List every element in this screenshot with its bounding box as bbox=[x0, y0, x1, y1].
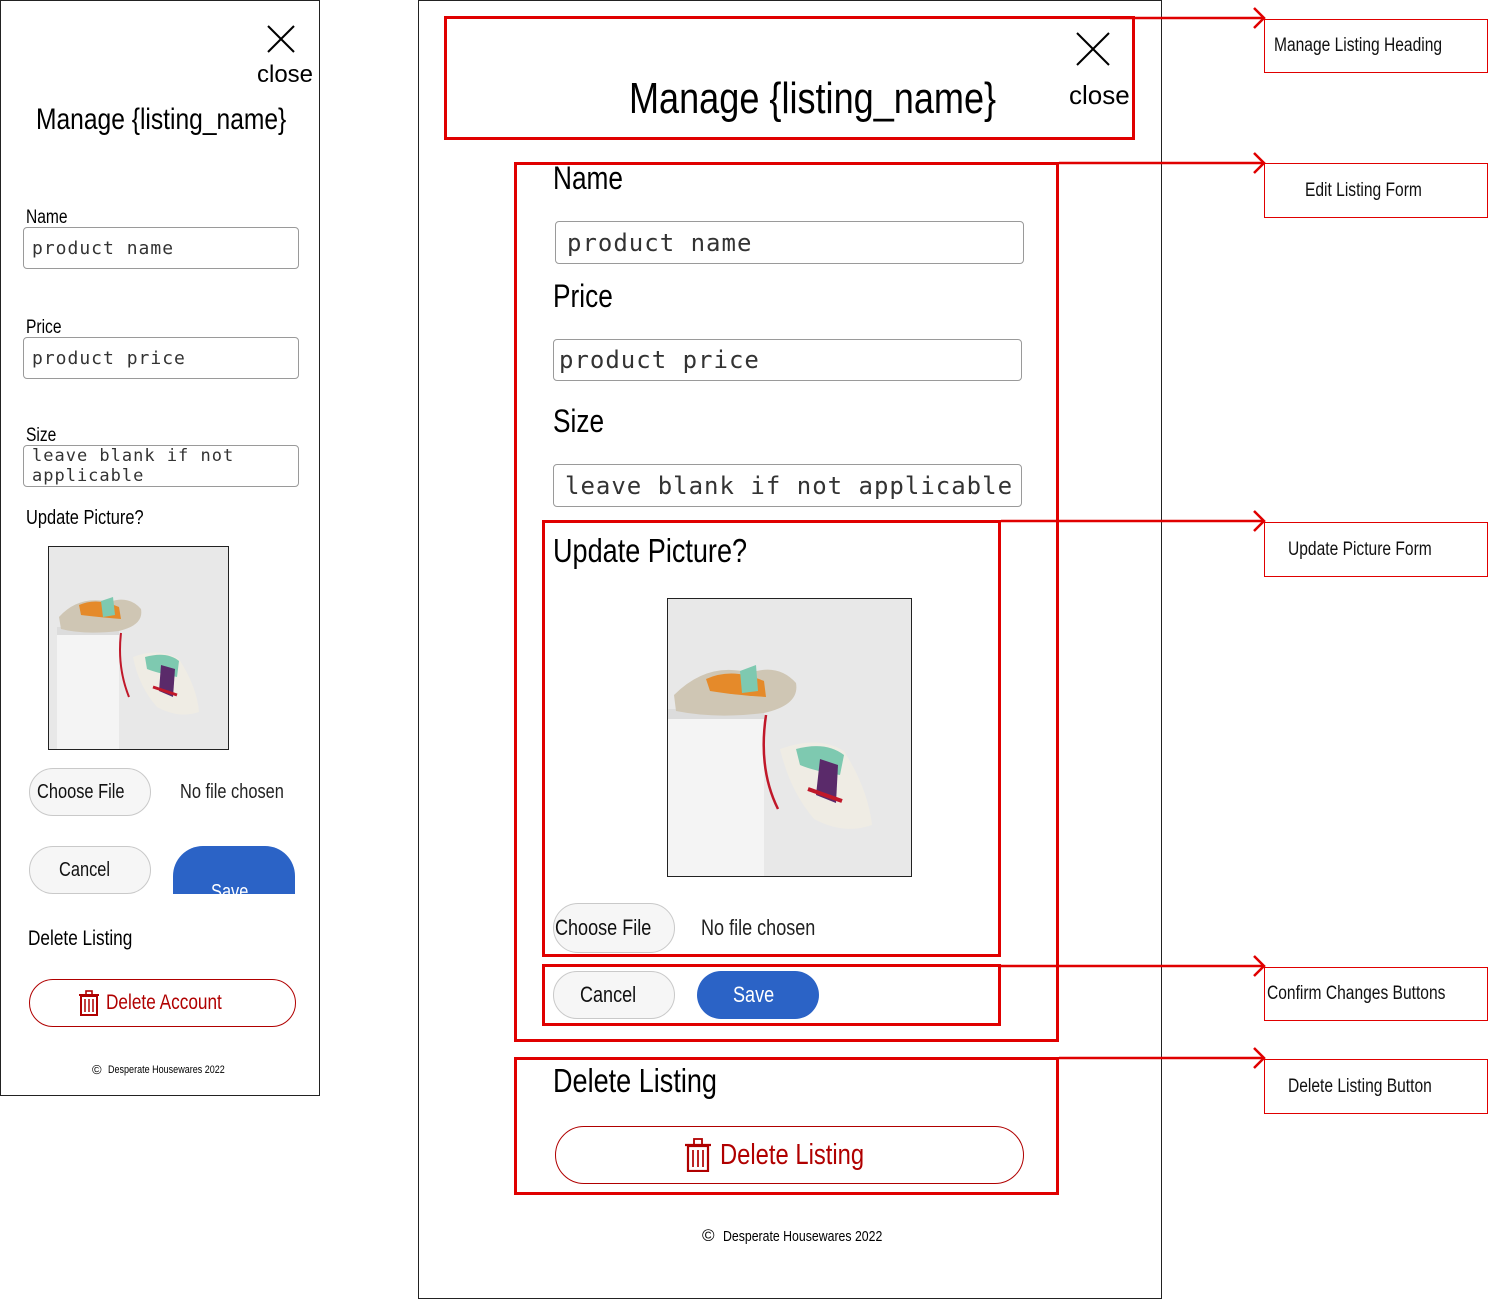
callout-manage-listing-heading: Manage Listing Heading bbox=[1264, 19, 1488, 73]
callout-delete-listing-button: Delete Listing Button bbox=[1264, 1059, 1488, 1114]
callout-update-picture-form: Update Picture Form bbox=[1264, 522, 1488, 577]
callout-edit-listing-form: Edit Listing Form bbox=[1264, 163, 1488, 218]
callout-confirm-changes-buttons: Confirm Changes Buttons bbox=[1264, 967, 1488, 1021]
